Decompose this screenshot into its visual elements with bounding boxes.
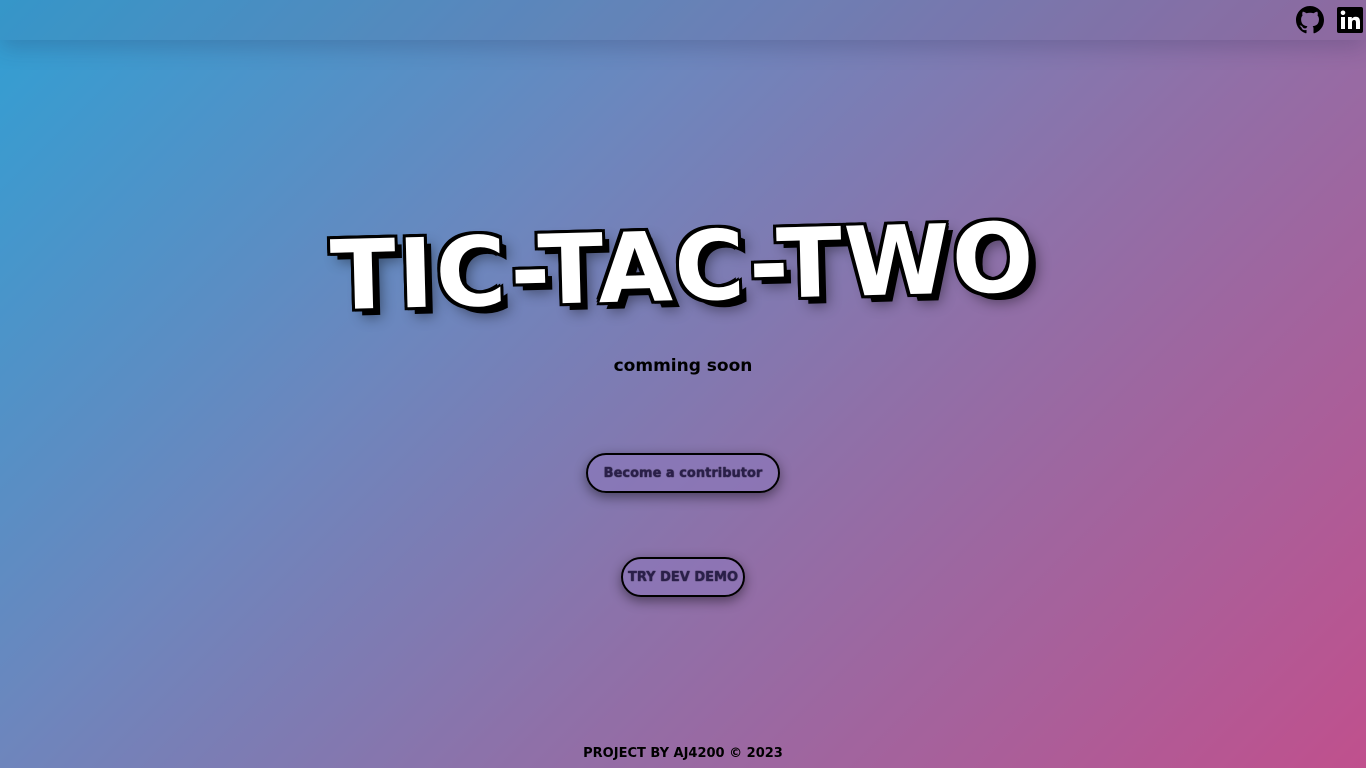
linkedin-icon [1337, 7, 1363, 33]
top-bar [0, 0, 1366, 40]
try-dev-demo-button[interactable]: TRY DEV DEMO [621, 557, 745, 597]
github-icon [1296, 6, 1324, 34]
page-title: TIC-TAC-TWO [328, 201, 1037, 333]
github-link[interactable] [1296, 6, 1324, 34]
linkedin-link[interactable] [1336, 6, 1364, 34]
footer-credit: PROJECT BY AJ4200 © 2023 [583, 746, 783, 761]
coming-soon-text: comming soon [613, 356, 753, 376]
become-contributor-button[interactable]: Become a contributor [586, 453, 780, 493]
